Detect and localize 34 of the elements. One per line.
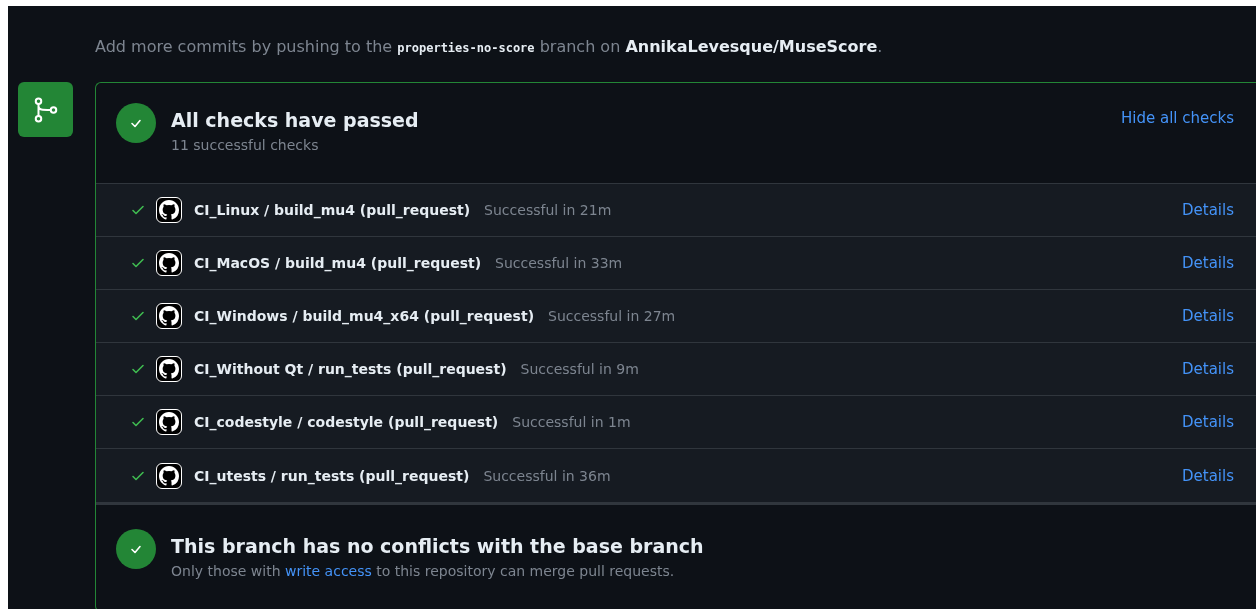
- check-status: Successful in 33m: [495, 255, 624, 271]
- cat-logo-icon: [156, 250, 182, 276]
- check-status: Successful in 9m: [520, 361, 640, 377]
- cat-logo-icon: [156, 303, 182, 329]
- branch-icon: [18, 82, 73, 137]
- write-access-link[interactable]: write access: [284, 563, 372, 579]
- check-name: CI_codestyle / codestyle (pull_request): [194, 414, 499, 430]
- check-status: Successful in 21m: [484, 202, 613, 218]
- branch-info-text: Add more commits by pushing to the properties-no-score branch on AnnikaLevesque/MuseScore.: [95, 36, 884, 58]
- cat-logo-icon: [156, 462, 182, 489]
- check-name: CI_Windows / build_mu4_x64 (pull_request): [194, 308, 535, 324]
- check-name: CI_Without Qt / run_tests (pull_request): [194, 361, 507, 377]
- check-status: Successful in 1m: [512, 414, 632, 430]
- details-link[interactable]: Details: [1182, 466, 1234, 485]
- details-link[interactable]: Details: [1182, 201, 1234, 219]
- success-icon: [116, 529, 156, 569]
- check-name: CI_Linux / build_mu4 (pull_request): [194, 202, 471, 218]
- cat-logo-icon: [156, 409, 182, 435]
- merge-status-title: This branch has no conflicts with the base branch: [171, 535, 705, 557]
- details-link[interactable]: Details: [1182, 413, 1234, 431]
- details-link[interactable]: Details: [1182, 360, 1234, 378]
- details-link[interactable]: Details: [1182, 307, 1234, 325]
- success-icon: [116, 103, 156, 143]
- cat-logo-icon: [156, 356, 182, 382]
- checks-count: 11 successful checks: [171, 137, 320, 153]
- check-name: CI_utests / run_tests (pull_request): [194, 467, 470, 484]
- merge-permission-text: Only those with write access to this repository can merge pull requests.: [171, 563, 676, 579]
- hide-checks-link[interactable]: Hide all checks: [1121, 109, 1234, 127]
- check-status: Successful in 27m: [548, 308, 677, 324]
- details-link[interactable]: Details: [1182, 254, 1234, 272]
- check-status: Successful in 36m: [483, 467, 612, 484]
- cat-logo-icon: [156, 197, 182, 223]
- check-name: CI_MacOS / build_mu4 (pull_request): [194, 255, 482, 271]
- checks-title: All checks have passed: [171, 109, 420, 131]
